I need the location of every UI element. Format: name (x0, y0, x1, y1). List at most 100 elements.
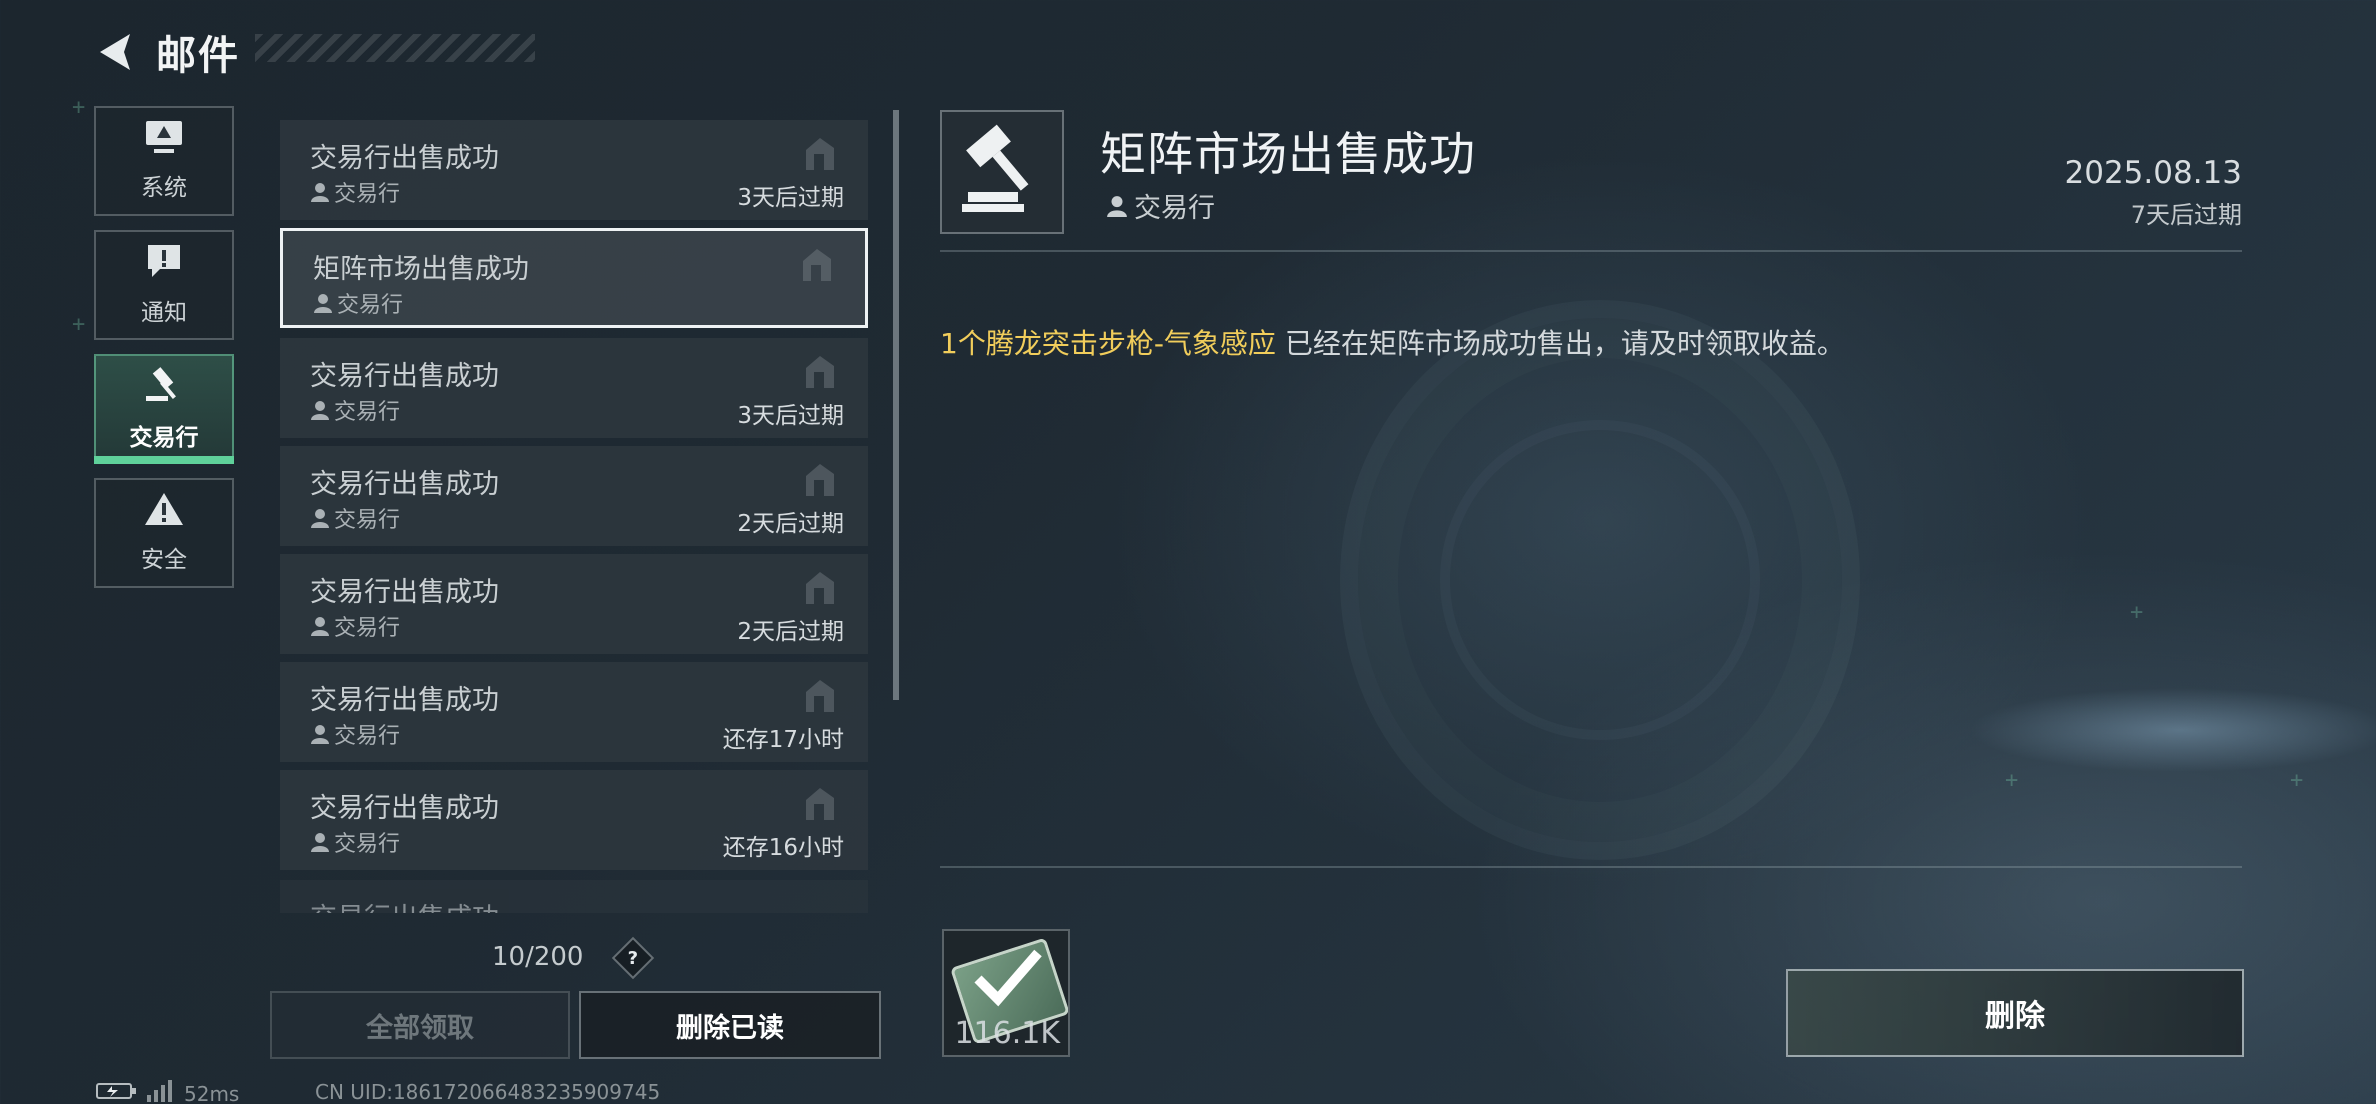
category-tab-label: 交易行 (129, 425, 199, 451)
delete-mail-button[interactable]: 删除 (1786, 969, 2244, 1057)
mail-sender-label: 交易行 (334, 724, 401, 749)
page-title: 邮件 (156, 33, 240, 79)
mail-sender-label: 交易行 (334, 832, 401, 857)
attachment-item-slot[interactable]: 116.1K (942, 929, 1070, 1057)
mail-type-icon-box (940, 110, 1064, 234)
mail-sender-label: 交易行 (334, 508, 401, 533)
mail-subject: 交易行出售成功 (310, 896, 499, 913)
user-icon (311, 183, 329, 202)
category-tab-label: 通知 (141, 300, 187, 326)
checkmark-icon (970, 939, 1046, 1019)
mail-sender: 交易行 (310, 394, 400, 426)
mail-expiry: 2天后过期 (737, 619, 844, 645)
mail-subject: 矩阵市场出售成功 (313, 254, 529, 285)
mail-sender: 交易行 (310, 502, 400, 534)
crosshair-decoration: + (2005, 768, 2019, 793)
user-icon (311, 725, 329, 744)
user-icon (314, 294, 332, 313)
mail-sender: 交易行 (310, 176, 400, 208)
mail-sender: 交易行 (310, 826, 400, 858)
mail-item[interactable]: 交易行出售成功 交易行 还存17小时 (280, 662, 868, 762)
mail-expiry: 3天后过期 (737, 403, 844, 429)
user-icon (311, 833, 329, 852)
crosshair-decoration: + (2130, 600, 2144, 625)
mail-subject: 交易行出售成功 (310, 577, 499, 608)
mail-sender-label: 交易行 (334, 182, 401, 207)
mail-subject: 交易行出售成功 (310, 143, 499, 174)
user-icon (311, 617, 329, 636)
crosshair-decoration: + (72, 95, 86, 120)
trade-badge-icon (802, 676, 838, 718)
message-body: 已经在矩阵市场成功售出，请及时领取收益。 (1275, 327, 1845, 360)
mail-expiry: 还存17小时 (722, 727, 844, 753)
mail-sender: 交易行 (313, 287, 403, 319)
claim-all-button[interactable]: 全部领取 (270, 991, 570, 1059)
user-icon (311, 509, 329, 528)
mail-detail-date: 2025.08.13 (2064, 155, 2243, 191)
background-emblem-inner (1440, 420, 1760, 740)
mail-detail-message: 1个腾龙突击步枪-气象感应 已经在矩阵市场成功售出，请及时领取收益。 (940, 322, 1845, 362)
category-tab-label: 系统 (141, 175, 187, 201)
user-icon (311, 401, 329, 420)
trade-badge-icon (802, 568, 838, 610)
mail-item[interactable]: 交易行出售成功 (280, 880, 868, 913)
mail-item[interactable]: 交易行出售成功 交易行 3天后过期 (280, 120, 868, 220)
detail-header-divider (940, 250, 2242, 252)
mail-subject: 交易行出售成功 (310, 469, 499, 500)
mail-item-selected[interactable]: 矩阵市场出售成功 交易行 (280, 228, 868, 328)
title-decoration (255, 34, 535, 62)
mail-sender: 交易行 (310, 610, 400, 642)
mail-detail-expiry: 7天后过期 (2130, 201, 2242, 229)
category-tab-system[interactable]: 系统 (94, 106, 234, 216)
warning-icon (144, 492, 184, 530)
mail-detail-sender: 交易行 (1106, 186, 1215, 225)
gavel-icon (954, 122, 1050, 222)
category-tab-security[interactable]: 安全 (94, 478, 234, 588)
ping-value: 52ms (184, 1081, 240, 1104)
detail-attachment-divider (940, 866, 2242, 868)
background-lightning (1780, 640, 2376, 940)
mail-item[interactable]: 交易行出售成功 交易行 3天后过期 (280, 338, 868, 438)
mail-subject: 交易行出售成功 (310, 361, 499, 392)
mail-detail-sender-label: 交易行 (1134, 193, 1215, 224)
gavel-icon (144, 366, 184, 408)
back-arrow-icon[interactable] (90, 26, 142, 78)
status-bar: 52ms (96, 1080, 239, 1104)
mail-item[interactable]: 交易行出售成功 交易行 还存16小时 (280, 770, 868, 870)
category-tab-label: 安全 (141, 547, 187, 573)
mail-sender-label: 交易行 (334, 616, 401, 641)
crosshair-decoration: + (72, 312, 86, 337)
crosshair-decoration: + (2290, 768, 2304, 793)
mail-sender-label: 交易行 (334, 400, 401, 425)
mail-item[interactable]: 交易行出售成功 交易行 2天后过期 (280, 554, 868, 654)
mail-count: 10/200 (492, 942, 584, 972)
trade-badge-icon (802, 784, 838, 826)
mail-subject: 交易行出售成功 (310, 793, 499, 824)
notice-icon (146, 243, 182, 283)
attachment-quantity: 116.1K (954, 1016, 1060, 1051)
mail-list-scrollbar[interactable] (893, 110, 899, 700)
player-uid: CN UID:1861720664832359097​45 (315, 1080, 661, 1104)
trade-badge-icon (802, 460, 838, 502)
category-tab-notice[interactable]: 通知 (94, 230, 234, 340)
help-icon-glyph: ? (627, 947, 639, 969)
mail-expiry: 还存16小时 (722, 835, 844, 861)
mail-sender: 交易行 (310, 718, 400, 750)
mail-subject: 交易行出售成功 (310, 685, 499, 716)
page-header: 邮件 (90, 20, 240, 84)
trade-badge-icon (802, 352, 838, 394)
mail-expiry: 2天后过期 (737, 511, 844, 537)
mail-sender-label: 交易行 (337, 293, 404, 318)
category-tab-trading[interactable]: 交易行 (94, 354, 234, 464)
signal-icon (146, 1080, 174, 1104)
trade-badge-icon (799, 245, 835, 287)
help-icon[interactable]: ? (611, 936, 655, 980)
mail-list: 交易行出售成功 交易行 3天后过期 矩阵市场出售成功 交易行 交易行出售成功 交… (280, 118, 868, 913)
user-icon (1107, 195, 1127, 217)
mail-expiry: 3天后过期 (737, 185, 844, 211)
mail-item[interactable]: 交易行出售成功 交易行 2天后过期 (280, 446, 868, 546)
delete-read-button[interactable]: 删除已读 (579, 991, 881, 1059)
monitor-icon (145, 120, 183, 158)
message-item-highlight: 1个腾龙突击步枪-气象感应 (940, 327, 1276, 360)
battery-icon (96, 1081, 138, 1104)
